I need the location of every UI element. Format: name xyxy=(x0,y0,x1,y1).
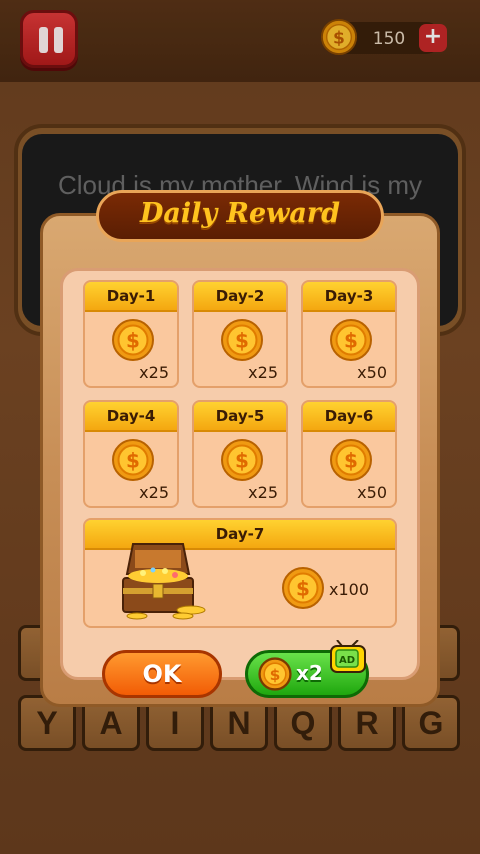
coin-icon: $ xyxy=(330,439,372,481)
double-reward-label: x2 xyxy=(296,661,323,685)
coin-icon: $ xyxy=(221,319,263,361)
day-7-card: Day-7 $ x100 xyxy=(83,518,397,628)
day-amount: x25 xyxy=(139,363,169,382)
svg-text:$: $ xyxy=(296,577,310,601)
ok-button[interactable]: OK xyxy=(102,650,222,698)
day-label: Day-5 xyxy=(194,402,286,432)
day-amount: x25 xyxy=(248,483,278,502)
ad-label: AD xyxy=(339,655,355,666)
coin-icon: $ xyxy=(330,319,372,361)
coin-icon: $ xyxy=(258,657,292,691)
day-label: Day-3 xyxy=(303,282,395,312)
svg-text:$: $ xyxy=(126,449,140,473)
svg-text:$: $ xyxy=(235,329,249,353)
day-card-3: Day-3 $ x50 xyxy=(301,280,397,388)
day-label: Day-6 xyxy=(303,402,395,432)
day-card-2: Day-2 $ x25 xyxy=(192,280,288,388)
day-card-5: Day-5 $ x25 xyxy=(192,400,288,508)
tv-ad-icon: AD xyxy=(330,640,366,673)
svg-text:$: $ xyxy=(270,666,281,684)
day-card-4: Day-4 $ x25 xyxy=(83,400,179,508)
day-amount: x50 xyxy=(357,363,387,382)
day-amount: x25 xyxy=(139,483,169,502)
day-label: Day-2 xyxy=(194,282,286,312)
day-7-amount: x100 xyxy=(329,580,370,599)
svg-text:$: $ xyxy=(235,449,249,473)
svg-text:$: $ xyxy=(126,329,140,353)
treasure-chest-icon xyxy=(122,543,206,620)
day-amount: x25 xyxy=(248,363,278,382)
dialog-title: Daily Reward xyxy=(140,198,340,229)
day-label: Day-1 xyxy=(85,282,177,312)
coin-icon: $ xyxy=(112,439,154,481)
coin-icon: $ xyxy=(221,439,263,481)
svg-text:$: $ xyxy=(344,449,358,473)
day-card-6: Day-6 $ x50 xyxy=(301,400,397,508)
svg-text:$: $ xyxy=(344,329,358,353)
day-label: Day-4 xyxy=(85,402,177,432)
day-amount: x50 xyxy=(357,483,387,502)
day-card-1: Day-1 $ x25 xyxy=(83,280,179,388)
coin-icon: $ xyxy=(282,567,324,609)
coin-icon: $ xyxy=(112,319,154,361)
